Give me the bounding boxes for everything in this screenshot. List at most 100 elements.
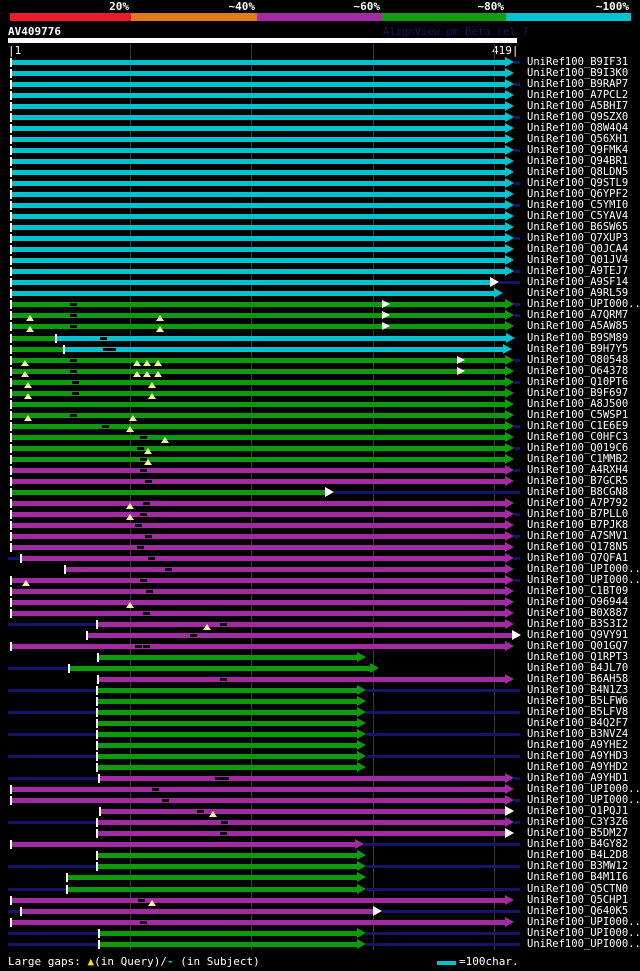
arrowhead-icon [505, 476, 514, 486]
alignment-bar[interactable] [8, 112, 520, 123]
alignment-bar[interactable] [8, 641, 520, 652]
alignment-bar[interactable] [8, 784, 520, 795]
alignment-bar[interactable] [8, 729, 520, 740]
segment-start-tick [10, 532, 12, 541]
hsp-segment [99, 655, 357, 660]
alignment-bar[interactable] [8, 421, 520, 432]
segment-start-tick [10, 58, 12, 67]
alignment-bar[interactable] [8, 344, 520, 355]
alignment-bar[interactable] [8, 277, 520, 288]
alignment-bar[interactable] [8, 619, 520, 630]
alignment-bar[interactable] [8, 509, 520, 520]
alignment-bar[interactable] [8, 872, 520, 883]
alignment-bar[interactable] [8, 928, 520, 939]
arrowhead-icon [505, 233, 514, 243]
row-label[interactable]: UniRef100_B4M1I6 [527, 872, 628, 883]
hsp-boundary-arrow-icon [457, 356, 465, 364]
alignment-bar[interactable] [8, 674, 520, 685]
alignment-bar[interactable] [8, 630, 521, 641]
row-label[interactable]: UniRef100_A5AW85 [527, 321, 628, 332]
alignment-bar[interactable] [8, 939, 520, 950]
alignment-bar[interactable] [8, 542, 520, 553]
row-label[interactable]: UniRef100_UPI000.. [527, 939, 640, 950]
alignment-bar[interactable] [8, 850, 520, 861]
alignment-bar[interactable] [8, 355, 520, 366]
gaps-mid: (in Query)/ [94, 955, 167, 968]
alignment-bar[interactable] [8, 828, 520, 839]
alignment-bar[interactable] [8, 299, 520, 310]
alignment-bar[interactable] [8, 465, 520, 476]
alignment-bar[interactable] [8, 740, 520, 751]
arrowhead-icon [505, 355, 514, 365]
alignment-bar[interactable] [8, 134, 520, 145]
alignment-bar[interactable] [8, 806, 520, 817]
alignment-bar[interactable] [8, 233, 520, 244]
alignment-bar[interactable] [8, 498, 520, 509]
alignment-bar[interactable] [8, 586, 520, 597]
alignment-bar[interactable] [8, 597, 520, 608]
alignment-bar[interactable] [8, 410, 520, 421]
alignment-bar[interactable] [8, 178, 520, 189]
subject-gap-dash [222, 777, 229, 780]
alignment-bar[interactable] [8, 145, 520, 156]
alignment-bar[interactable] [8, 895, 520, 906]
alignment-bar[interactable] [8, 288, 520, 299]
alignment-bar[interactable] [8, 861, 520, 872]
alignment-bar[interactable] [8, 211, 520, 222]
hsp-segment [98, 853, 357, 858]
alignment-bar[interactable] [8, 255, 520, 266]
alignment-bar[interactable] [8, 388, 520, 399]
alignment-bar[interactable] [8, 101, 520, 112]
alignment-bar[interactable] [8, 917, 520, 928]
subject-flank-line [514, 314, 520, 317]
alignment-bar[interactable] [8, 762, 520, 773]
alignment-bar[interactable] [8, 333, 520, 344]
alignment-bar[interactable] [8, 79, 520, 90]
alignment-bar[interactable] [8, 652, 520, 663]
alignment-bar[interactable] [8, 685, 520, 696]
alignment-bar[interactable] [8, 906, 520, 917]
alignment-bar[interactable] [8, 377, 520, 388]
alignment-bar[interactable] [8, 608, 520, 619]
alignment-bar[interactable] [8, 443, 520, 454]
alignment-bar[interactable] [8, 663, 520, 674]
alignment-bar[interactable] [8, 707, 520, 718]
alignment-bar[interactable] [8, 531, 520, 542]
alignment-bar[interactable] [8, 90, 520, 101]
alignment-bar[interactable] [8, 718, 520, 729]
alignment-bar[interactable] [8, 575, 520, 586]
segment-start-tick [10, 245, 12, 254]
alignment-bar[interactable] [8, 432, 520, 443]
alignment-bar[interactable] [8, 487, 520, 498]
alignment-bar[interactable] [8, 564, 520, 575]
alignment-bar[interactable] [8, 222, 520, 233]
alignment-bar[interactable] [8, 817, 520, 828]
segment-start-tick [10, 223, 12, 232]
alignment-bar[interactable] [8, 839, 520, 850]
alignment-bar[interactable] [8, 266, 520, 277]
alignment-bar[interactable] [8, 454, 520, 465]
alignment-bar[interactable] [8, 399, 520, 410]
alignment-bar[interactable] [8, 123, 520, 134]
alignment-bar[interactable] [8, 795, 520, 806]
alignment-bar[interactable] [8, 553, 520, 564]
alignment-bar[interactable] [8, 773, 520, 784]
alignment-bar[interactable] [8, 167, 520, 178]
arrowhead-icon [505, 674, 514, 684]
alignment-bar[interactable] [8, 476, 520, 487]
alignment-bar[interactable] [8, 520, 520, 531]
alignment-bar[interactable] [8, 366, 520, 377]
alignment-bar[interactable] [8, 244, 520, 255]
alignment-bar[interactable] [8, 310, 520, 321]
alignment-bar[interactable] [8, 321, 520, 332]
alignment-bar[interactable] [8, 751, 520, 762]
alignment-bar[interactable] [8, 696, 520, 707]
alignment-bar[interactable] [8, 57, 520, 68]
alignment-bar[interactable] [8, 156, 520, 167]
subject-flank-line [514, 182, 520, 185]
alignment-bar[interactable] [8, 68, 520, 79]
alignment-bar[interactable] [8, 189, 520, 200]
large-gaps-legend: Large gaps: ▲(in Query)/- (in Subject) [8, 955, 260, 968]
alignment-bar[interactable] [8, 884, 520, 895]
alignment-bar[interactable] [8, 200, 520, 211]
